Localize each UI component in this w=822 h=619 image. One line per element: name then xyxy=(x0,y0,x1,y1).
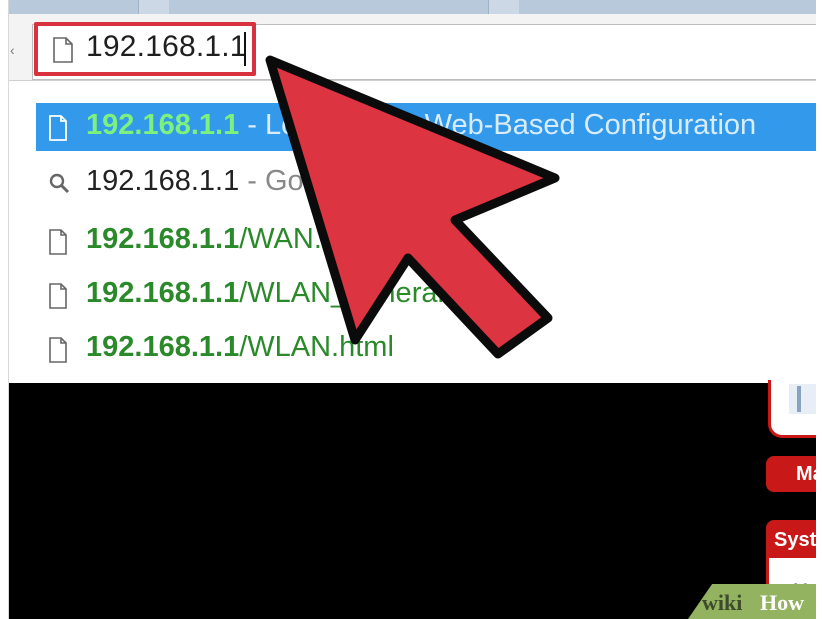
suggestion-query: 192.168.1.1 xyxy=(86,165,240,197)
suggestion-text: 192.168.1.1/WLAN_general.html xyxy=(86,277,507,310)
tab-edge[interactable] xyxy=(138,0,169,14)
router-menu-system[interactable]: Syst xyxy=(766,520,822,558)
nav-button-edge[interactable]: ‹ xyxy=(10,42,15,58)
router-logo-graphic xyxy=(789,384,819,414)
search-icon xyxy=(48,171,70,204)
window-left-border xyxy=(0,0,9,619)
page-icon xyxy=(48,283,68,317)
router-menu-main[interactable]: Ma xyxy=(766,456,822,492)
suggestion-host: 192.168.1.1 xyxy=(86,277,240,309)
suggestion-text: 192.168.1.1/WAN.html xyxy=(86,223,377,256)
suggestion-text: 192.168.1.1/WLAN.html xyxy=(86,331,394,364)
suggestion-separator: - xyxy=(239,109,265,141)
suggestion-path: /WAN.html xyxy=(239,223,377,255)
router-logo xyxy=(768,380,822,438)
suggestion-host: 192.168.1.1 xyxy=(86,109,240,141)
suggestion-description: - Google Search xyxy=(239,165,459,197)
watermark-wiki: wiki xyxy=(702,590,743,615)
text-cursor xyxy=(244,32,246,66)
window-right-border xyxy=(816,0,822,619)
tab-strip xyxy=(8,0,816,14)
suggestion-host: 192.168.1.1 xyxy=(86,223,240,255)
address-input[interactable]: 192.168.1.1 xyxy=(86,30,247,64)
page-content-area xyxy=(8,383,816,619)
suggestion-path: /WLAN_general.html xyxy=(239,277,507,309)
suggestion-item-1[interactable]: 192.168.1.1 - Google Search xyxy=(36,159,822,207)
suggestion-text: 192.168.1.1 - Google Search xyxy=(86,165,458,198)
suggestion-item-3[interactable]: 192.168.1.1/WLAN_general.html xyxy=(36,271,822,319)
page-icon xyxy=(48,337,68,371)
page-icon xyxy=(48,229,68,263)
suggestion-description: Login to the Web-Based Configuration xyxy=(264,109,757,141)
suggestion-host: 192.168.1.1 xyxy=(86,331,240,363)
tab-edge[interactable] xyxy=(488,0,519,14)
suggestion-item-2[interactable]: 192.168.1.1/WAN.html xyxy=(36,217,822,265)
suggestion-text: 192.168.1.1 - Login to the Web-Based Con… xyxy=(86,109,756,142)
router-logo-bar xyxy=(797,386,801,412)
suggestion-path: /WLAN.html xyxy=(239,331,394,363)
page-icon xyxy=(52,37,74,68)
watermark-how: How xyxy=(760,590,804,615)
page-icon xyxy=(48,115,68,149)
omnibox-suggestions: 192.168.1.1 - Login to the Web-Based Con… xyxy=(8,81,822,383)
browser-window: ‹ 192.168.1.1 192.168.1.1 - Login to the… xyxy=(0,0,822,619)
suggestion-item-0[interactable]: 192.168.1.1 - Login to the Web-Based Con… xyxy=(36,103,822,151)
suggestion-item-4[interactable]: 192.168.1.1/WLAN.html xyxy=(36,325,822,373)
